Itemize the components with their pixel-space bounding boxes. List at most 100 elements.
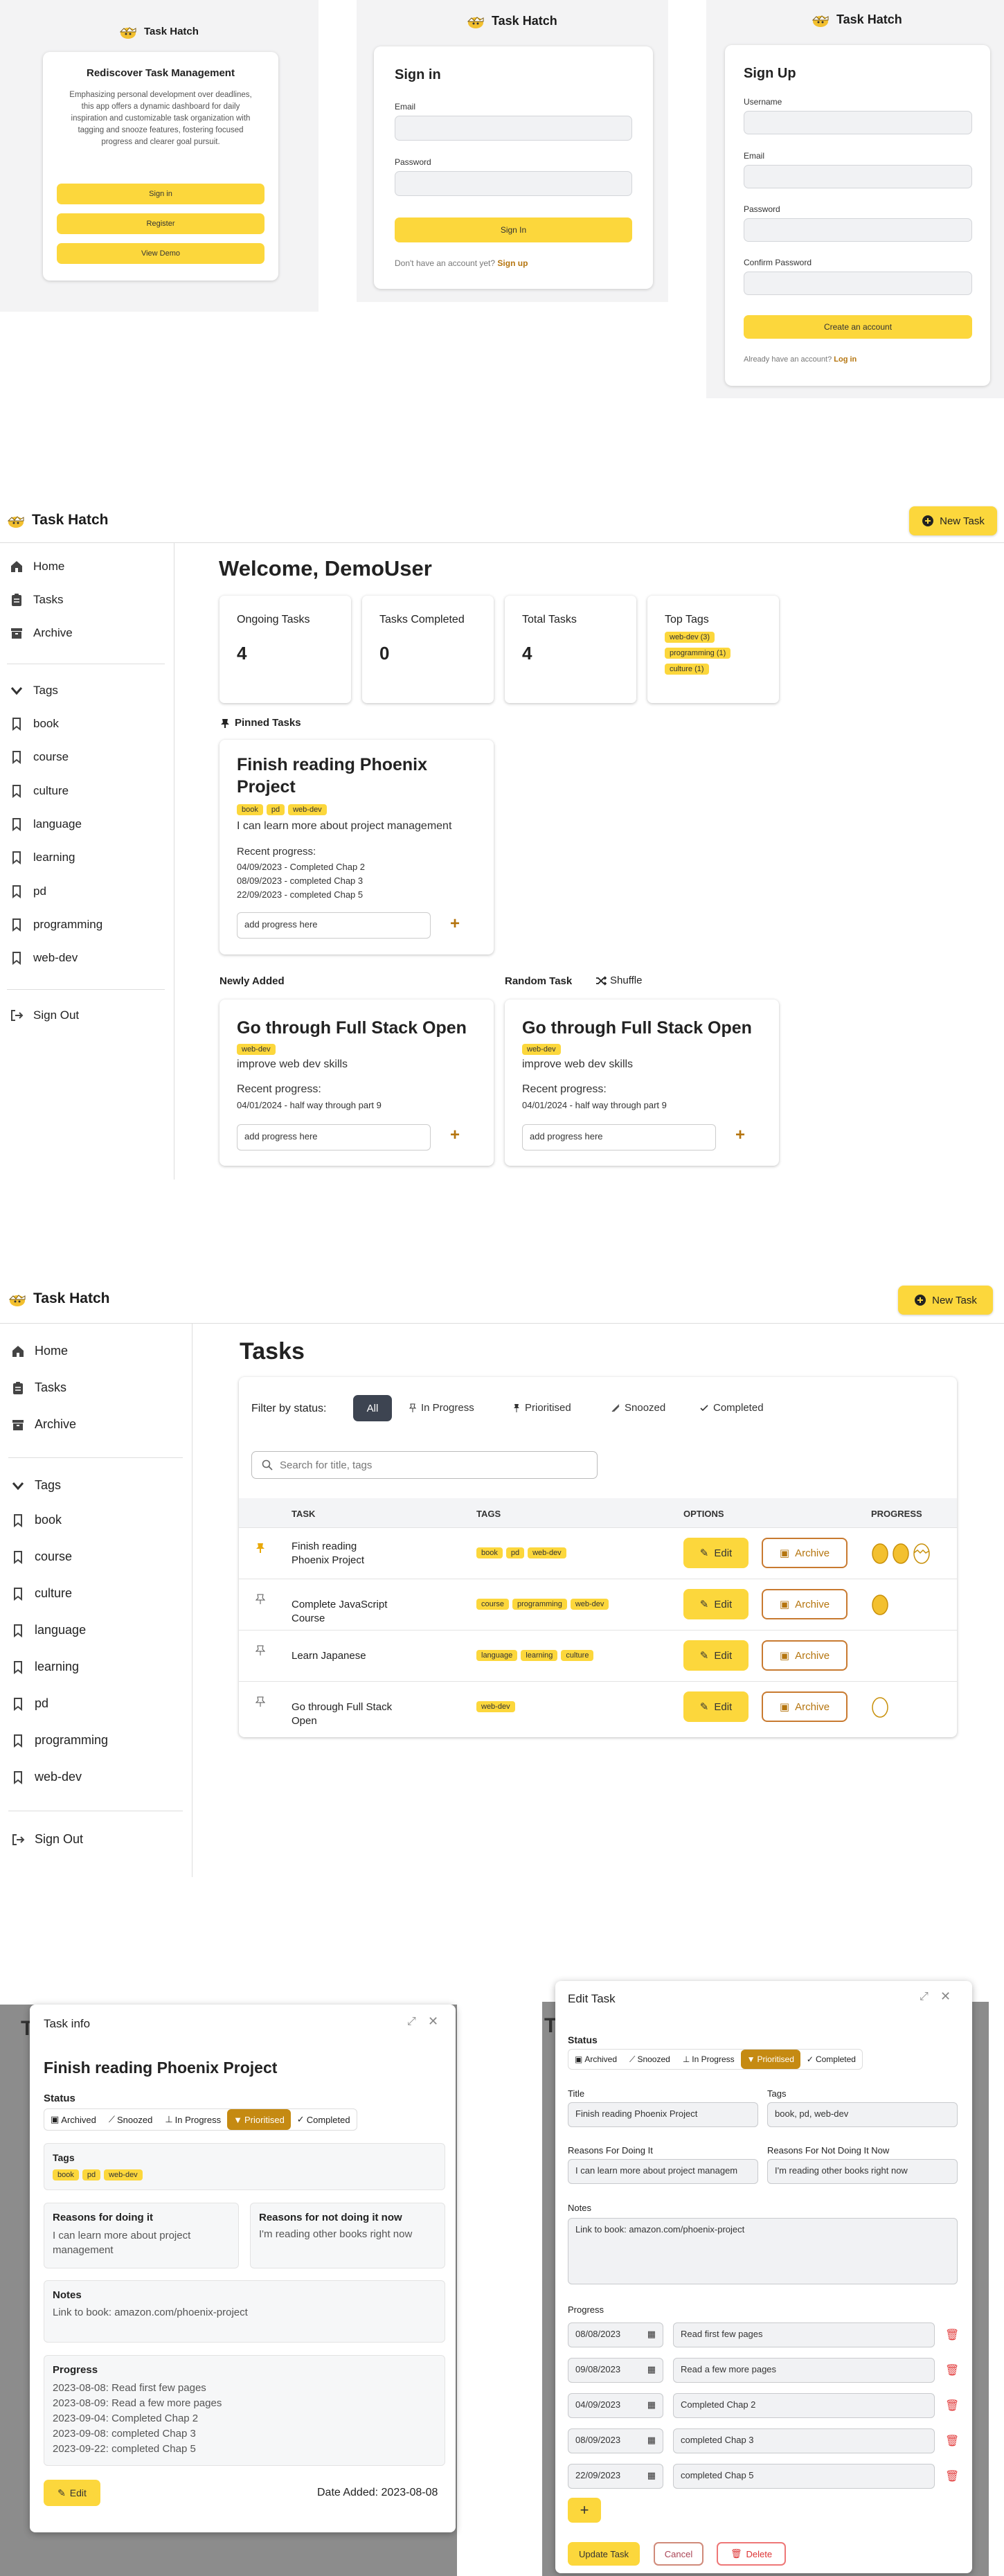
status-selector[interactable]: ▣ Archived ⟋ Snoozed ⊥ In Progress ▼ Pri…	[44, 2108, 357, 2131]
signin-password-input[interactable]	[395, 171, 632, 196]
progress-text-input[interactable]: Read first few pages	[673, 2322, 935, 2347]
pin-outline-icon[interactable]	[255, 1594, 266, 1605]
sidebar-tags-header[interactable]: Tags	[10, 684, 58, 698]
sidebar-tag-programming[interactable]: programming	[10, 918, 102, 932]
new-task-button[interactable]: New Task	[909, 506, 997, 535]
sidebar-item-signout[interactable]: Sign Out	[10, 1009, 79, 1022]
trash-icon[interactable]: 🗑	[945, 2328, 959, 2342]
progress-date-input[interactable]: 09/08/2023 ▦	[568, 2358, 663, 2383]
pinned-task-card[interactable]: Finish reading Phoenix Project book pd web…	[219, 740, 494, 954]
trash-icon[interactable]: 🗑	[945, 2469, 959, 2483]
login-link[interactable]: Log in	[834, 355, 857, 364]
archive-button[interactable]: ▣ Archive	[762, 1538, 848, 1568]
add-progress-button[interactable]: +	[450, 914, 460, 934]
sidebar-item-tasks[interactable]: Tasks	[10, 593, 63, 607]
status-selector[interactable]: ▣ Archived ⟋ Snoozed ⊥ In Progress ▼ Pri…	[568, 2049, 863, 2070]
edit-button[interactable]: ✎ Edit	[683, 1589, 748, 1619]
new-task-button[interactable]: New Task	[898, 1286, 993, 1315]
edit-button[interactable]: ✎ Edit	[683, 1640, 748, 1671]
progress-text-input[interactable]: Completed Chap 2	[673, 2393, 935, 2418]
status-prioritised[interactable]: ▼ Prioritised	[740, 2050, 800, 2069]
status-in-progress[interactable]: ⊥ In Progress	[676, 2050, 741, 2069]
notes-field[interactable]: Link to book: amazon.com/phoenix-project	[568, 2218, 958, 2284]
sidebar-tag-learning[interactable]: learning	[11, 1660, 79, 1674]
landing-register-button[interactable]: Register	[57, 213, 265, 234]
sidebar-tag-web-dev[interactable]: web-dev	[11, 1770, 82, 1784]
search-input[interactable]: Search for title, tags	[251, 1451, 598, 1479]
sidebar-tag-learning[interactable]: learning	[10, 851, 75, 865]
progress-text-input[interactable]: completed Chap 3	[673, 2428, 935, 2453]
progress-input[interactable]: add progress here	[522, 1124, 716, 1151]
status-prioritised[interactable]: ▼ Prioritised	[227, 2109, 291, 2130]
random-task-card[interactable]: Go through Full Stack Open web-dev impro…	[505, 1000, 779, 1166]
progress-date-input[interactable]: 08/08/2023 ▦	[568, 2322, 663, 2347]
tags-field[interactable]: book, pd, web-dev	[767, 2102, 958, 2127]
filter-prioritised[interactable]: Prioritised	[512, 1402, 571, 1414]
pin-icon[interactable]	[256, 1543, 265, 1554]
sidebar-tag-programming[interactable]: programming	[11, 1733, 108, 1748]
trash-icon[interactable]: 🗑	[945, 2363, 959, 2377]
signup-submit-button[interactable]: Create an account	[744, 315, 972, 339]
status-snoozed[interactable]: ⟋ Snoozed	[623, 2050, 676, 2069]
table-row[interactable]: Finish reading Phoenix Project book pd web-…	[239, 1527, 957, 1579]
close-icon[interactable]: ✕	[940, 1989, 951, 2004]
pin-outline-icon[interactable]	[255, 1696, 266, 1707]
status-archived[interactable]: ▣ Archived	[44, 2109, 102, 2130]
sidebar-tags-header[interactable]: Tags	[11, 1478, 61, 1493]
sidebar-tag-web-dev[interactable]: web-dev	[10, 951, 78, 966]
delete-button[interactable]: 🗑 Delete	[717, 2542, 786, 2566]
progress-date-input[interactable]: 22/09/2023 ▦	[568, 2464, 663, 2489]
signup-username-input[interactable]	[744, 111, 972, 134]
sidebar-item-archive[interactable]: Archive	[10, 626, 73, 640]
table-row[interactable]: Learn Japanese language learning culture ✎ Ed…	[239, 1630, 957, 1681]
signup-link[interactable]: Sign up	[497, 258, 528, 268]
sidebar-tag-course[interactable]: course	[11, 1549, 72, 1564]
signin-submit-button[interactable]: Sign In	[395, 217, 632, 242]
sidebar-tag-pd[interactable]: pd	[10, 885, 46, 898]
edit-button[interactable]: ✎ Edit	[683, 1691, 748, 1722]
status-archived[interactable]: ▣ Archived	[568, 2050, 623, 2069]
sidebar-tag-book[interactable]: book	[11, 1513, 62, 1527]
filter-snoozed[interactable]: Snoozed	[611, 1402, 665, 1414]
reasons-not-field[interactable]: I'm reading other books right now	[767, 2159, 958, 2184]
reasons-doing-field[interactable]: I can learn more about project managem	[568, 2159, 758, 2184]
add-progress-button[interactable]: +	[568, 2498, 601, 2523]
landing-signin-button[interactable]: Sign in	[57, 184, 265, 204]
title-field[interactable]: Finish reading Phoenix Project	[568, 2102, 758, 2127]
filter-in-progress[interactable]: In Progress	[409, 1402, 474, 1414]
trash-icon[interactable]: 🗑	[945, 2399, 959, 2413]
expand-icon[interactable]: ⤢	[920, 1991, 929, 2003]
add-progress-button[interactable]: +	[450, 1126, 460, 1145]
archive-button[interactable]: ▣ Archive	[762, 1589, 848, 1619]
update-task-button[interactable]: Update Task	[568, 2542, 640, 2566]
expand-icon[interactable]: ⤢	[407, 2016, 416, 2028]
shuffle-button[interactable]: Shuffle	[595, 975, 642, 986]
sidebar-item-archive[interactable]: Archive	[11, 1417, 76, 1432]
status-in-progress[interactable]: ⊥ In Progress	[159, 2109, 227, 2130]
close-icon[interactable]: ✕	[428, 2014, 438, 2029]
progress-text-input[interactable]: Read a few more pages	[673, 2358, 935, 2383]
table-row[interactable]: Complete JavaScript Course course programm…	[239, 1579, 957, 1630]
status-snoozed[interactable]: ⟋ Snoozed	[102, 2109, 159, 2130]
edit-button[interactable]: ✎ Edit	[683, 1538, 748, 1568]
status-completed[interactable]: ✓ Completed	[800, 2050, 862, 2069]
archive-button[interactable]: ▣ Archive	[762, 1640, 848, 1671]
table-row[interactable]: Go through Full Stack Open web-dev ✎ Edit ▣ A…	[239, 1681, 957, 1732]
sidebar-tag-language[interactable]: language	[10, 817, 82, 831]
add-progress-button[interactable]: +	[735, 1126, 745, 1145]
filter-all[interactable]: All	[353, 1395, 392, 1421]
signup-password-input[interactable]	[744, 218, 972, 242]
pin-outline-icon[interactable]	[255, 1645, 266, 1656]
sidebar-item-tasks[interactable]: Tasks	[11, 1380, 66, 1395]
archive-button[interactable]: ▣ Archive	[762, 1691, 848, 1722]
progress-input[interactable]: add progress here	[237, 912, 431, 939]
progress-input[interactable]: add progress here	[237, 1124, 431, 1151]
progress-date-input[interactable]: 04/09/2023 ▦	[568, 2393, 663, 2418]
sidebar-item-home[interactable]: Home	[10, 560, 64, 574]
sidebar-tag-culture[interactable]: culture	[10, 784, 69, 798]
sidebar-tag-course[interactable]: course	[10, 750, 69, 765]
signup-email-input[interactable]	[744, 165, 972, 188]
sidebar-tag-culture[interactable]: culture	[11, 1586, 72, 1601]
trash-icon[interactable]: 🗑	[945, 2434, 959, 2448]
landing-demo-button[interactable]: View Demo	[57, 243, 265, 264]
